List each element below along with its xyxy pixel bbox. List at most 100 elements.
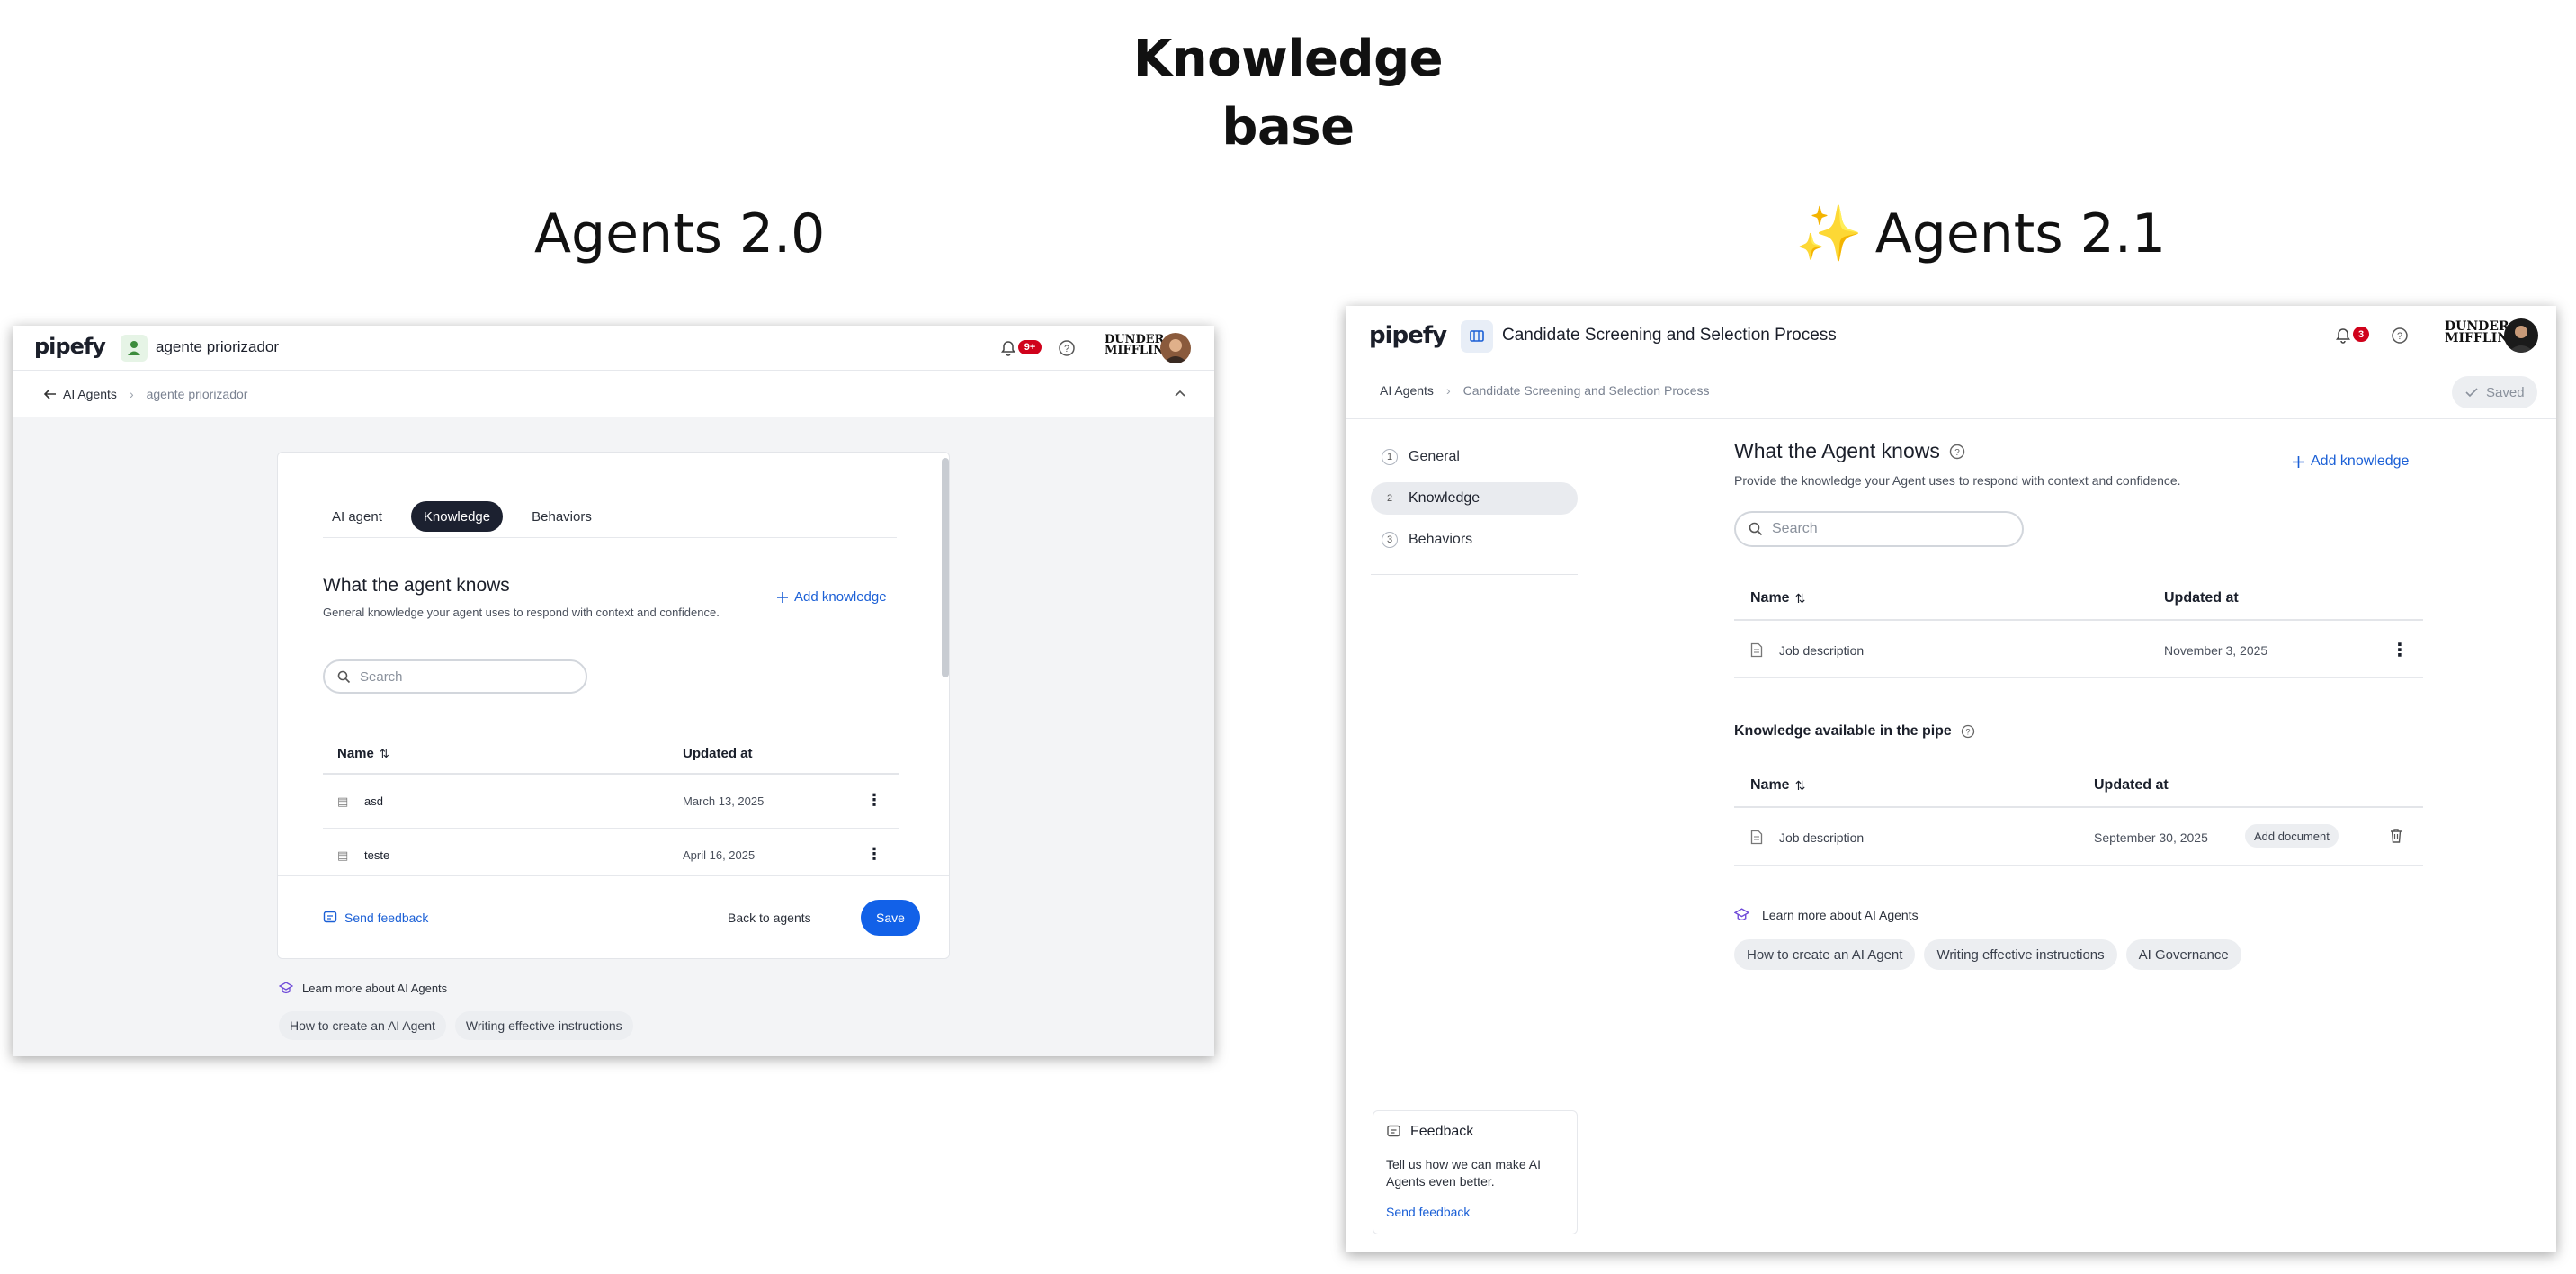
- column-title-right-text: Agents 2.1: [1874, 202, 2167, 265]
- scrollbar[interactable]: [942, 458, 949, 677]
- svg-text:?: ?: [2397, 331, 2402, 342]
- agent-avatar-icon: [121, 335, 148, 362]
- collapse-chevron-up-icon[interactable]: [1173, 387, 1187, 399]
- notifications-badge: 9+: [1018, 340, 1042, 354]
- table-row[interactable]: Job description September 30, 2025 Add d…: [1734, 808, 2423, 866]
- company-logo: DUNDER MIFFLIN: [1105, 334, 1164, 357]
- learn-more-label: Learn more about AI Agents: [1762, 907, 1919, 922]
- add-knowledge-button[interactable]: Add knowledge: [2292, 453, 2409, 470]
- page-title-line2: base: [1221, 98, 1355, 157]
- feedback-text: Tell us how we can make AI Agents even b…: [1386, 1157, 1541, 1189]
- tab-knowledge[interactable]: Knowledge: [410, 501, 504, 532]
- row-updated: September 30, 2025: [2094, 830, 2208, 845]
- chip-how-to-create[interactable]: How to create an AI Agent: [1734, 939, 1916, 970]
- save-button[interactable]: Save: [861, 900, 920, 936]
- add-knowledge-label: Add knowledge: [794, 589, 887, 605]
- agent-name: agente priorizador: [156, 338, 280, 355]
- user-avatar[interactable]: [1160, 333, 1191, 363]
- table-row[interactable]: Job description November 3, 2025 ⋮: [1734, 621, 2423, 678]
- table-row[interactable]: ▤ asd March 13, 2025 ⋮: [323, 775, 899, 829]
- breadcrumb-current: agente priorizador: [146, 387, 248, 401]
- notifications-bell-icon[interactable]: [2335, 327, 2351, 344]
- row-name: teste: [364, 848, 390, 862]
- help-icon[interactable]: ?: [1058, 339, 1076, 357]
- sparkles-icon: ✨: [1795, 202, 1863, 265]
- row-more-options-icon[interactable]: ⋮: [2391, 639, 2409, 661]
- notifications-bell-icon[interactable]: [1000, 340, 1016, 356]
- step-number: 2: [1386, 493, 1393, 504]
- step-knowledge[interactable]: 2 Knowledge: [1371, 482, 1578, 515]
- info-help-icon[interactable]: ?: [1949, 444, 1965, 460]
- back-to-agents-button[interactable]: Back to agents: [728, 911, 811, 925]
- page-title-line1: Knowledge: [1132, 30, 1444, 88]
- chip-ai-governance[interactable]: AI Governance: [2125, 939, 2241, 970]
- feedback-title: Feedback: [1410, 1124, 1474, 1139]
- step-label: Knowledge: [1409, 490, 1480, 506]
- learn-more-chips: How to create an AI Agent Writing effect…: [279, 1011, 633, 1040]
- learn-more-heading: Learn more about AI Agents: [1734, 907, 1919, 922]
- back-arrow-icon[interactable]: [43, 388, 58, 400]
- document-icon: [1750, 642, 1763, 658]
- row-more-options-icon[interactable]: ⋮: [866, 845, 882, 864]
- trash-icon[interactable]: [2389, 828, 2403, 844]
- breadcrumb-root[interactable]: AI Agents: [1380, 383, 1434, 398]
- sort-icon[interactable]: ⇅: [1795, 591, 1806, 606]
- sort-icon[interactable]: ⇅: [380, 747, 389, 761]
- section-title: What the agent knows: [323, 575, 510, 596]
- svg-text:?: ?: [1064, 344, 1069, 354]
- breadcrumb-current: Candidate Screening and Selection Proces…: [1462, 383, 1710, 398]
- column-title-left: Agents 2.0: [534, 202, 826, 265]
- pipefy-logo[interactable]: pipefy: [34, 334, 106, 359]
- learn-more-label: Learn more about AI Agents: [302, 981, 448, 995]
- top-bar: pipefy Candidate Screening and Selection…: [1346, 306, 2556, 365]
- document-icon: [1750, 830, 1763, 845]
- pipe-avatar-icon: [1461, 320, 1493, 353]
- step-behaviors[interactable]: 3 Behaviors: [1371, 524, 1578, 556]
- column-header-name[interactable]: Name: [1750, 590, 1790, 606]
- breadcrumb-separator-icon: ›: [1445, 383, 1451, 398]
- row-name: Job description: [1779, 643, 1865, 658]
- step-label: Behaviors: [1409, 532, 1473, 547]
- send-feedback-link[interactable]: Send feedback: [1386, 1205, 1470, 1219]
- section-subtitle: Provide the knowledge your Agent uses to…: [1734, 473, 2181, 488]
- pipefy-logo[interactable]: pipefy: [1369, 322, 1447, 349]
- search-placeholder: Search: [1772, 521, 1818, 536]
- card-footer: Send feedback Back to agents Save: [278, 875, 949, 958]
- search-input[interactable]: Search: [323, 659, 587, 694]
- row-updated: April 16, 2025: [683, 848, 756, 862]
- column-title-right: ✨ Agents 2.1: [1795, 202, 2166, 266]
- row-more-options-icon[interactable]: ⋮: [866, 791, 882, 810]
- breadcrumb-root[interactable]: AI Agents: [63, 387, 117, 401]
- knowledge-table-header: Name ⇅ Updated at: [1734, 576, 2423, 621]
- column-header-updated: Updated at: [2094, 777, 2169, 793]
- step-general[interactable]: 1 General: [1371, 441, 1578, 473]
- company-logo-line2: MIFFLIN: [2445, 331, 2509, 346]
- chip-how-to-create[interactable]: How to create an AI Agent: [279, 1011, 446, 1040]
- search-placeholder: Search: [360, 668, 403, 685]
- column-header-name[interactable]: Name: [1750, 777, 1790, 794]
- column-header-name[interactable]: Name: [337, 746, 374, 761]
- sort-icon[interactable]: ⇅: [1795, 778, 1806, 794]
- table-row[interactable]: ▤ teste April 16, 2025 ⋮: [323, 829, 899, 883]
- plus-icon: [777, 591, 788, 603]
- tab-behaviors[interactable]: Behaviors: [519, 501, 604, 532]
- search-input[interactable]: Search: [1734, 511, 2024, 547]
- user-avatar[interactable]: [2504, 318, 2538, 353]
- step-number: 1: [1382, 449, 1398, 465]
- add-document-button[interactable]: Add document: [2245, 824, 2339, 848]
- feedback-icon: [1387, 1125, 1400, 1137]
- send-feedback-button[interactable]: Send feedback: [323, 911, 428, 925]
- tab-ai-agent[interactable]: AI agent: [319, 501, 395, 532]
- top-bar: pipefy agente priorizador 9+ ? DUNDER MI…: [13, 326, 1214, 371]
- breadcrumb-separator-icon: ›: [129, 387, 134, 401]
- row-name: Job description: [1779, 830, 1865, 845]
- pipe-section-title: Knowledge available in the pipe: [1734, 723, 1952, 739]
- chip-writing-instructions[interactable]: Writing effective instructions: [454, 1011, 633, 1040]
- saved-status: Saved: [2452, 376, 2537, 408]
- chip-writing-instructions[interactable]: Writing effective instructions: [1924, 939, 2117, 970]
- info-help-icon[interactable]: ?: [1961, 724, 1975, 739]
- help-icon[interactable]: ?: [2391, 327, 2409, 345]
- svg-text:?: ?: [1954, 448, 1960, 458]
- add-knowledge-button[interactable]: Add knowledge: [776, 589, 887, 605]
- step-number: 3: [1382, 532, 1398, 548]
